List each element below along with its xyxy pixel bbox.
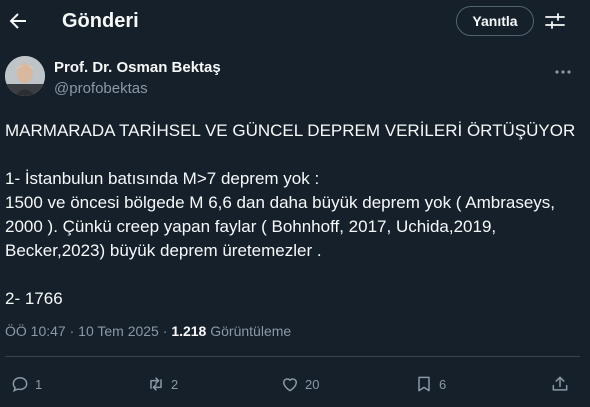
- meta-separator: ·: [162, 323, 168, 339]
- post-date[interactable]: 10 Tem 2025: [78, 323, 159, 339]
- share-action[interactable]: [550, 373, 570, 395]
- like-count: 20: [305, 376, 320, 392]
- profile-photo: [5, 56, 45, 96]
- top-bar: Gönderi Yanıtla: [0, 0, 590, 42]
- author-name[interactable]: Prof. Dr. Osman Bektaş: [54, 59, 221, 77]
- bookmark-icon: [418, 376, 430, 392]
- sliders-icon[interactable]: [543, 9, 567, 33]
- views-label: Görüntüleme: [210, 323, 292, 339]
- post-meta: ÖÖ 10:47 · 10 Tem 2025 · 1.218 Görüntüle…: [5, 322, 291, 340]
- heart-icon: [283, 378, 297, 392]
- divider: [5, 356, 580, 357]
- post-time[interactable]: ÖÖ 10:47: [5, 323, 66, 339]
- reply-count: 1: [35, 376, 43, 392]
- repost-count: 2: [171, 376, 179, 392]
- post-text: MARMARADA TARİHSEL VE GÜNCEL DEPREM VERİ…: [5, 121, 576, 308]
- avatar[interactable]: [5, 56, 45, 96]
- bookmark-count: 6: [439, 376, 447, 392]
- meta-separator: ·: [69, 323, 75, 339]
- bookmark-action[interactable]: 6: [414, 373, 446, 395]
- like-action[interactable]: 20: [280, 373, 319, 395]
- repost-icon: [150, 377, 162, 391]
- reply-button[interactable]: Yanıtla: [456, 6, 534, 36]
- page-title: Gönderi: [62, 10, 139, 32]
- arrow-left-icon[interactable]: [6, 9, 30, 33]
- author-handle[interactable]: @profobektas: [54, 80, 148, 98]
- speech-bubble-icon: [12, 376, 28, 393]
- view-count: 1.218: [171, 323, 207, 339]
- more-horizontal-icon[interactable]: [553, 62, 573, 82]
- reply-action[interactable]: 1: [10, 373, 42, 395]
- repost-action[interactable]: 2: [146, 373, 178, 395]
- share-icon: [552, 376, 568, 391]
